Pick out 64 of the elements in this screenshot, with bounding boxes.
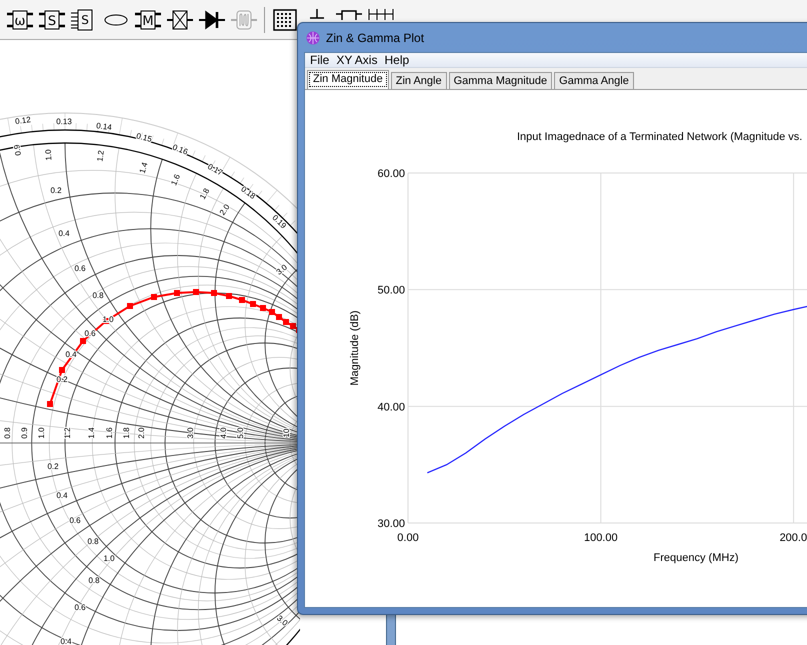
chart-label: 0.9 (20, 427, 30, 439)
chart-label: 0.6 (69, 516, 81, 526)
chart-label: 10 (282, 428, 292, 438)
chart-label: 0.12 (14, 115, 32, 126)
menu-item[interactable]: XY Axis (336, 53, 378, 67)
chart-label: 1.0 (103, 554, 115, 564)
chart-label: 2.0 (137, 427, 146, 439)
chart-label: 0.4 (56, 491, 68, 500)
chart-label: 1.2 (95, 150, 106, 162)
y-axis-label: Magnitude (dB) (349, 310, 361, 386)
chart-label: 1.2 (63, 427, 72, 439)
x-tick-label: 200.0 (780, 532, 807, 544)
chart-label: 5.0 (236, 427, 246, 439)
x-tick-label: 0.00 (397, 532, 419, 544)
chart-label: 0.9 (12, 144, 23, 156)
chart-label: 0.6 (74, 264, 86, 274)
wave-icon (230, 8, 258, 32)
x-axis-label: Frequency (MHz) (654, 552, 738, 564)
chart-label: 4.0 (219, 427, 228, 439)
chart-label: 0.8 (92, 291, 104, 300)
globe-icon (306, 30, 320, 44)
chart-label: 1.0 (37, 427, 46, 439)
chart-label: 1.6 (105, 427, 114, 439)
chart-label: 0.13 (56, 117, 72, 126)
component-box-icon (335, 8, 363, 20)
chart-label: 0.4 (60, 637, 72, 645)
chart-label: 0.8 (88, 576, 100, 586)
chart-label: 1.6 (169, 172, 182, 187)
chart-label: 0.6 (74, 603, 86, 612)
lines-icon (367, 8, 395, 20)
chart-label: 0.8 (3, 427, 12, 439)
chart-label: 3.0 (274, 262, 289, 277)
menu-item[interactable]: Help (384, 53, 410, 67)
chart-label: 1.0 (44, 149, 54, 161)
chart-label: 1.4 (138, 161, 150, 174)
grid-icon (271, 8, 299, 32)
chart-label: 1.4 (87, 427, 96, 439)
chart-label: 0.17 (206, 162, 224, 178)
y-tick-label: 50.00 (377, 284, 405, 297)
chart-label: 0.2 (50, 186, 62, 196)
y-tick-label: 60.00 (377, 168, 405, 180)
chart-label: 0.4 (58, 229, 70, 238)
chart-label: 1.8 (122, 427, 132, 439)
tab[interactable]: Gamma Magnitude (448, 72, 552, 89)
chart-label: 0.8 (87, 537, 99, 546)
crossed-box-icon (166, 8, 194, 32)
chart-label: 0.15 (135, 131, 153, 144)
chart-label: 1.8 (198, 186, 212, 201)
tab[interactable]: Gamma Angle (554, 72, 634, 89)
chart-title: Input Imagednace of a Terminated Network (Magnitude vs. (517, 131, 802, 143)
y-tick-label: 40.00 (377, 401, 405, 414)
menu-item[interactable]: File (310, 53, 330, 67)
chart-label: 3.0 (275, 614, 290, 628)
tab[interactable]: Zin Angle (390, 72, 447, 89)
chart-label: 2.0 (218, 202, 232, 217)
chart-label: 0.14 (96, 121, 112, 132)
chart-label: 0.18 (239, 184, 258, 201)
chart-label: 0.19 (270, 213, 288, 230)
chart-label: 0.2 (47, 462, 59, 472)
window-title: Zin & Gamma Plot (326, 30, 424, 44)
tab[interactable]: Zin Magnitude (307, 70, 389, 89)
x-tick-label: 100.00 (584, 532, 618, 544)
chart-label: 3.0 (186, 427, 196, 439)
y-tick-label: 30.00 (377, 518, 405, 530)
